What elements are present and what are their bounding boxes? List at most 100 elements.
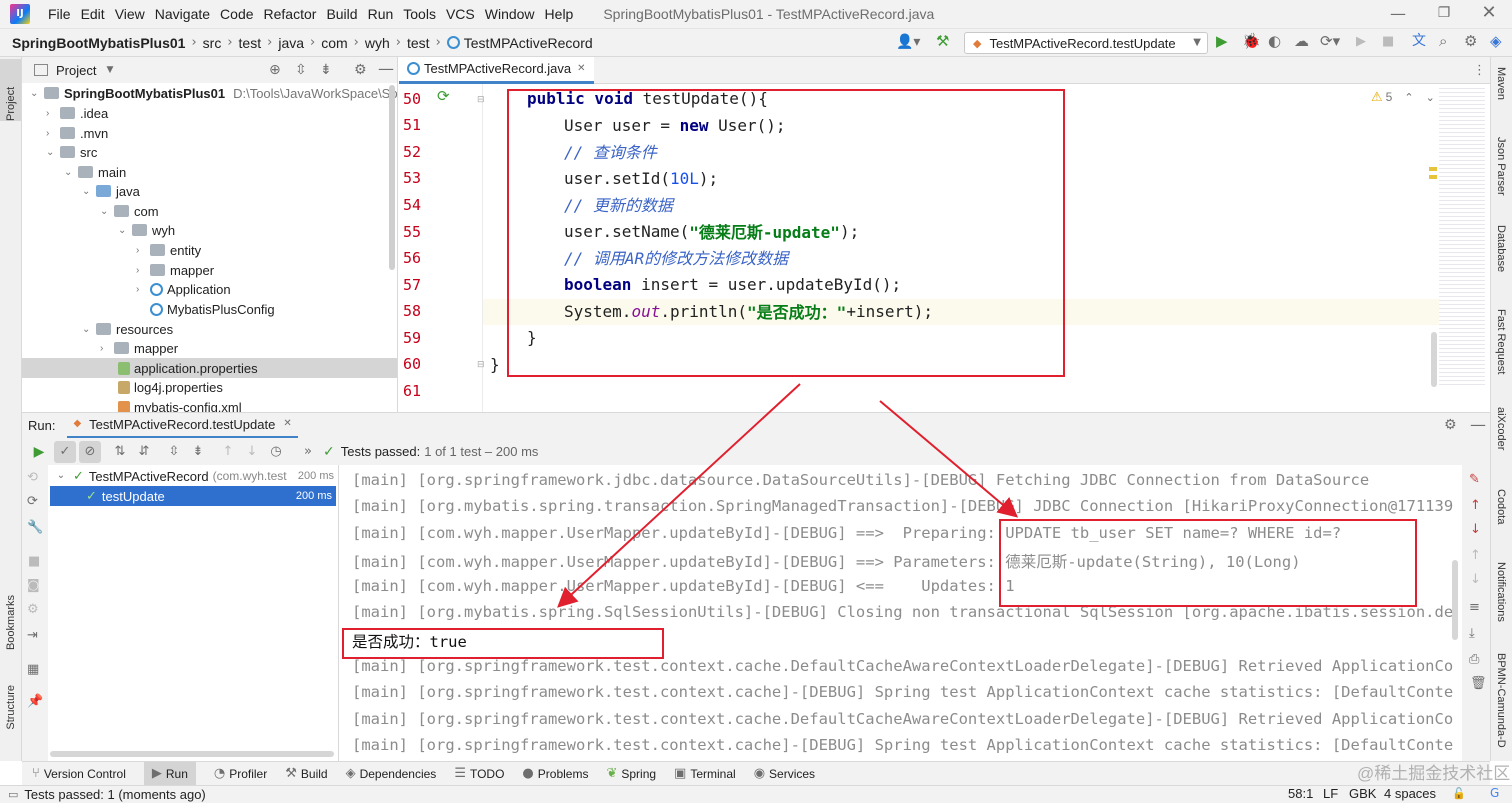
- tree-item-application[interactable]: › Application: [136, 279, 231, 299]
- line-separator[interactable]: LF: [1323, 786, 1338, 801]
- menu-view[interactable]: View: [115, 6, 145, 22]
- tab-todo[interactable]: ☰ TODO: [454, 767, 504, 781]
- more-actions-icon[interactable]: »: [301, 445, 315, 458]
- close-tab-icon[interactable]: ✕: [577, 63, 585, 74]
- notifications-tool-label[interactable]: Notifications: [1495, 562, 1507, 622]
- console-scrollbar[interactable]: [1452, 560, 1458, 640]
- more-tabs-icon[interactable]: ⋮: [1473, 64, 1486, 77]
- project-tool-tab[interactable]: Project: [0, 59, 21, 121]
- collapse-all-icon[interactable]: ⇟: [320, 63, 332, 77]
- down-arrow-icon[interactable]: ↓: [1470, 523, 1481, 536]
- tree-item-mybatis-config[interactable]: mybatis-config.xml: [118, 397, 242, 412]
- menu-refactor[interactable]: Refactor: [264, 6, 317, 22]
- run-icon[interactable]: ▶: [1216, 34, 1228, 49]
- fast-request-tool-label[interactable]: Fast Request: [1495, 309, 1507, 374]
- tab-terminal[interactable]: ▣ Terminal: [674, 767, 736, 781]
- breadcrumb-src[interactable]: src: [203, 35, 222, 51]
- structure-tool-label[interactable]: Structure: [5, 685, 17, 730]
- status-panel-icon[interactable]: ▭: [8, 789, 18, 800]
- pin-icon[interactable]: 📌: [27, 695, 43, 708]
- expand-all-icon[interactable]: ⇳: [295, 63, 307, 77]
- up-arrow-icon[interactable]: ↑: [1470, 499, 1481, 512]
- run-tab[interactable]: ◆ TestMPActiveRecord.testUpdate ✕: [67, 413, 298, 439]
- locate-icon[interactable]: ⊕: [269, 63, 281, 77]
- tree-scrollbar[interactable]: [50, 751, 334, 757]
- test-case-row[interactable]: ✓ testUpdate 200 ms: [50, 486, 336, 506]
- down-arrow-icon[interactable]: ↓: [1470, 573, 1481, 586]
- menu-edit[interactable]: Edit: [81, 6, 105, 22]
- run-test-gutter-icon[interactable]: ⟳: [437, 89, 450, 104]
- print-icon[interactable]: ⎙: [1469, 653, 1479, 666]
- tree-item-java[interactable]: ⌄ java: [82, 181, 140, 201]
- trash-icon[interactable]: 🗑: [1470, 677, 1487, 690]
- chevron-down-icon[interactable]: ⌄: [1426, 92, 1435, 103]
- sort-alpha-icon[interactable]: ⇅: [111, 445, 129, 458]
- database-tool-label[interactable]: Database: [1495, 225, 1507, 272]
- wrench-icon[interactable]: 🔧: [27, 521, 43, 534]
- tree-item-resources[interactable]: ⌄ resources: [82, 319, 173, 339]
- tab-version-control[interactable]: ⑂ Version Control: [32, 767, 126, 781]
- lock-icon[interactable]: 🔓: [1452, 788, 1466, 799]
- console-output[interactable]: [main] [org.springframework.jdbc.datasou…: [340, 465, 1460, 761]
- editor-scrollbar[interactable]: [1431, 332, 1437, 387]
- project-panel-title[interactable]: Project: [56, 63, 96, 78]
- breadcrumb-test[interactable]: test: [239, 35, 262, 51]
- gear-icon[interactable]: ⚙: [27, 603, 39, 616]
- breadcrumb-java[interactable]: java: [278, 35, 304, 51]
- search-icon[interactable]: ⌕: [1439, 34, 1447, 49]
- translate-icon[interactable]: 文: [1412, 34, 1426, 48]
- tree-item-mapper-resources[interactable]: › mapper: [100, 338, 178, 358]
- stop-icon[interactable]: ■: [1382, 35, 1394, 48]
- next-failed-icon[interactable]: ↓: [243, 445, 261, 458]
- codota-tool-label[interactable]: Codota: [1495, 489, 1507, 524]
- stop-icon[interactable]: ■: [28, 555, 40, 568]
- tree-item-wyh[interactable]: ⌄ wyh: [118, 220, 175, 240]
- tree-item-main[interactable]: ⌄ main: [64, 162, 126, 182]
- gear-icon[interactable]: ⚙: [354, 63, 367, 77]
- collapse-all-icon[interactable]: ⇟: [189, 445, 207, 458]
- menu-navigate[interactable]: Navigate: [155, 6, 210, 22]
- menu-file[interactable]: File: [48, 6, 71, 22]
- chevron-down-icon[interactable]: ▼: [106, 65, 113, 75]
- sort-duration-icon[interactable]: ⇵: [135, 445, 153, 458]
- resume-icon[interactable]: ▶: [1356, 35, 1366, 48]
- breadcrumb-wyh[interactable]: wyh: [365, 35, 390, 51]
- menu-code[interactable]: Code: [220, 6, 253, 22]
- tab-problems[interactable]: ● Problems: [522, 767, 588, 781]
- tree-item-application-properties[interactable]: application.properties: [22, 358, 397, 378]
- tree-item-mapper[interactable]: › mapper: [136, 260, 214, 280]
- test-suite-row[interactable]: ⌄ ✓ TestMPActiveRecord (com.wyh.test 200…: [48, 466, 338, 486]
- editor-tab[interactable]: TestMPActiveRecord.java ✕: [399, 56, 594, 84]
- rerun-icon[interactable]: ▶: [30, 445, 48, 459]
- hammer-build-icon[interactable]: ⚒: [936, 34, 949, 49]
- tree-item-src[interactable]: ⌄ src: [46, 142, 97, 162]
- menu-run[interactable]: Run: [368, 6, 394, 22]
- tab-services[interactable]: ◉ Services: [754, 767, 815, 781]
- menu-build[interactable]: Build: [326, 6, 357, 22]
- tree-root[interactable]: ⌄ SpringBootMybatisPlus01 D:\Tools\JavaW…: [30, 83, 397, 103]
- plugin-icon[interactable]: ◈: [1490, 34, 1502, 49]
- hide-panel-icon[interactable]: —: [1470, 417, 1486, 433]
- inspection-widget[interactable]: ⚠ 5 ⌃ ⌄: [1371, 90, 1435, 104]
- maximize-icon[interactable]: ❐: [1436, 6, 1452, 20]
- profile-icon[interactable]: ☁: [1294, 34, 1309, 49]
- tree-item-entity[interactable]: › entity: [136, 240, 201, 260]
- caret-position[interactable]: 58:1: [1288, 786, 1313, 801]
- bookmarks-tool-label[interactable]: Bookmarks: [5, 595, 17, 650]
- code-minimap[interactable]: [1439, 85, 1485, 385]
- project-scrollbar[interactable]: [389, 85, 395, 270]
- close-tab-icon[interactable]: ✕: [283, 419, 291, 429]
- previous-failed-icon[interactable]: ↑: [219, 445, 237, 458]
- tree-item-mvn[interactable]: › .mvn: [46, 123, 108, 143]
- menu-help[interactable]: Help: [545, 6, 574, 22]
- soft-wrap-icon[interactable]: ≡: [1469, 601, 1480, 614]
- tree-item-mybatis-plus-config[interactable]: MybatisPlusConfig: [150, 299, 275, 319]
- indent-setting[interactable]: 4 spaces: [1384, 786, 1436, 801]
- minimize-icon[interactable]: —: [1390, 6, 1406, 22]
- tree-item-idea[interactable]: › .idea: [46, 103, 108, 123]
- json-parser-tool-label[interactable]: Json Parser: [1495, 137, 1507, 196]
- rerun-failed-icon[interactable]: ⟲: [27, 471, 38, 484]
- coverage-icon[interactable]: ◐: [1268, 34, 1281, 49]
- google-icon[interactable]: G: [1490, 787, 1499, 799]
- camera-icon[interactable]: ◙: [27, 579, 40, 592]
